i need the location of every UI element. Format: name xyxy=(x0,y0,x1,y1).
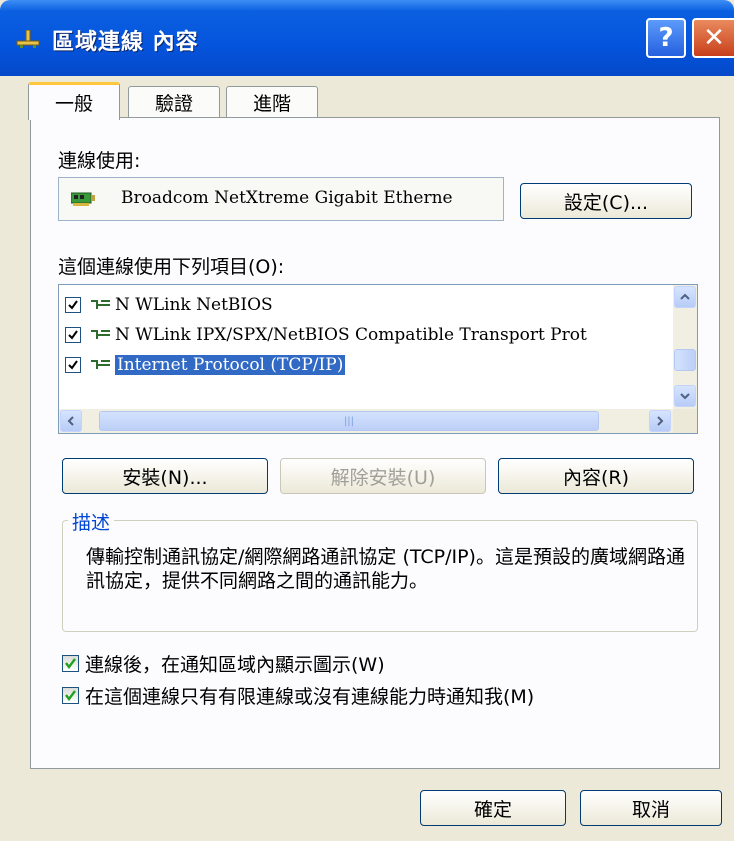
cancel-button[interactable]: 取消 xyxy=(580,790,722,826)
description-text: 傳輸控制通訊協定/網際網路通訊協定 (TCP/IP)。這是預設的廣域網路通訊協定… xyxy=(86,546,685,592)
scroll-thumb-vertical[interactable] xyxy=(674,349,696,371)
list-item[interactable]: N WLink IPX/SPX/NetBIOS Compatible Trans… xyxy=(65,321,587,349)
title-bar[interactable]: 區域連線 內容 ? ✕ xyxy=(0,0,734,76)
configure-button[interactable]: 設定(C)... xyxy=(520,183,692,219)
show-icon-checkbox[interactable] xyxy=(62,654,79,672)
tab-advanced[interactable]: 進階 xyxy=(226,86,318,118)
chevron-down-icon xyxy=(680,393,690,400)
scroll-thumb-horizontal[interactable]: ||| xyxy=(99,411,599,431)
help-button[interactable]: ? xyxy=(646,18,686,58)
close-button[interactable]: ✕ xyxy=(692,18,734,58)
show-icon-option[interactable]: 連線後，在通知區域內顯示圖示(W) xyxy=(62,650,385,676)
uninstall-button[interactable]: 解除安裝(U) xyxy=(280,458,486,494)
vertical-scrollbar[interactable] xyxy=(673,285,697,409)
item-checkbox[interactable] xyxy=(65,327,81,343)
window-title: 區域連線 內容 xyxy=(52,30,199,55)
tab-authentication[interactable]: 驗證 xyxy=(128,86,220,118)
properties-button[interactable]: 內容(R) xyxy=(498,458,694,494)
scroll-down-button[interactable] xyxy=(674,385,696,407)
item-label: Internet Protocol (TCP/IP) xyxy=(115,355,346,375)
chevron-up-icon xyxy=(680,293,690,300)
properties-dialog: 區域連線 內容 ? ✕ 一般 驗證 進階 連線使用: Broadcom NetX… xyxy=(0,0,734,841)
show-icon-label: 連線後，在通知區域內顯示圖示(W) xyxy=(85,653,385,676)
adapter-name: Broadcom NetXtreme Gigabit Etherne xyxy=(121,188,453,208)
network-card-icon xyxy=(71,192,95,206)
item-checkbox[interactable] xyxy=(65,357,81,373)
protocol-icon xyxy=(91,360,110,369)
scroll-corner xyxy=(673,409,697,433)
chevron-right-icon xyxy=(657,416,664,426)
network-connection-icon xyxy=(16,30,40,48)
notify-label: 在這個連線只有有限連線或沒有連線能力時通知我(M) xyxy=(85,685,535,708)
notify-option[interactable]: 在這個連線只有有限連線或沒有連線能力時通知我(M) xyxy=(62,682,534,708)
components-list[interactable]: N WLink NetBIOS N WLink IPX/SPX/NetBIOS … xyxy=(58,284,698,434)
help-icon: ? xyxy=(658,23,674,53)
scroll-left-button[interactable] xyxy=(60,410,82,432)
chevron-left-icon xyxy=(67,416,74,426)
scroll-up-button[interactable] xyxy=(674,286,696,308)
list-item[interactable]: N WLink NetBIOS xyxy=(65,291,273,319)
horizontal-scrollbar[interactable]: ||| xyxy=(59,409,673,433)
components-label: 這個連線使用下列項目(O): xyxy=(58,256,285,278)
notify-checkbox[interactable] xyxy=(62,686,79,704)
connect-using-label: 連線使用: xyxy=(58,150,141,172)
scroll-right-button[interactable] xyxy=(649,410,671,432)
protocol-icon xyxy=(91,300,110,309)
list-item-selected[interactable]: Internet Protocol (TCP/IP) xyxy=(65,351,346,379)
ok-button[interactable]: 確定 xyxy=(420,790,566,826)
tab-general[interactable]: 一般 xyxy=(28,82,120,120)
close-icon: ✕ xyxy=(703,23,725,53)
item-label: N WLink NetBIOS xyxy=(115,295,273,315)
item-label: N WLink IPX/SPX/NetBIOS Compatible Trans… xyxy=(115,325,587,345)
item-checkbox[interactable] xyxy=(65,297,81,313)
adapter-field: Broadcom NetXtreme Gigabit Etherne xyxy=(58,177,504,221)
install-button[interactable]: 安裝(N)... xyxy=(62,458,268,494)
protocol-icon xyxy=(91,330,110,339)
description-title: 描述 xyxy=(68,508,115,535)
